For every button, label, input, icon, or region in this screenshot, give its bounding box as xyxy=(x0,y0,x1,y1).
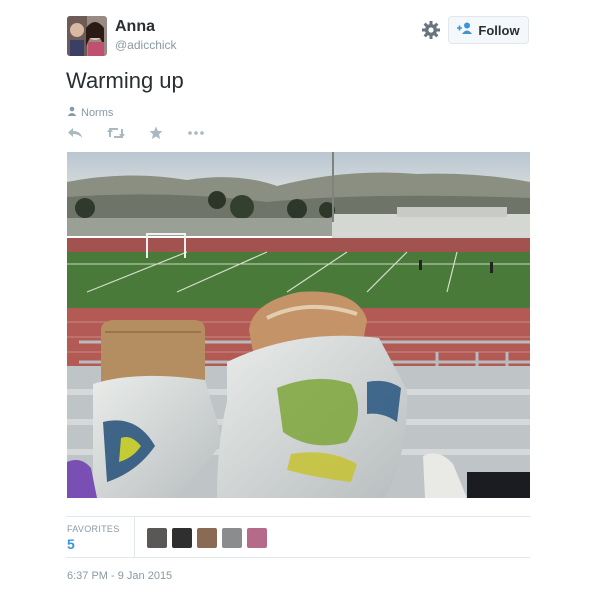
avatar[interactable] xyxy=(222,528,242,548)
divider xyxy=(66,516,530,517)
place-label: Norms xyxy=(81,106,114,119)
avatar[interactable] xyxy=(247,528,267,548)
favorite-icon[interactable] xyxy=(149,126,163,140)
favoriter-avatars xyxy=(147,528,267,548)
avatar[interactable] xyxy=(197,528,217,548)
tweet-timestamp[interactable]: 6:37 PM - 9 Jan 2015 xyxy=(67,570,172,582)
avatar[interactable] xyxy=(67,16,107,56)
favorites-label: FAVORITES xyxy=(67,524,120,534)
divider xyxy=(66,557,530,558)
reply-icon[interactable] xyxy=(67,126,83,140)
retweet-icon[interactable] xyxy=(107,126,125,140)
tweet-actions xyxy=(67,126,205,140)
tweet-text: Warming up xyxy=(66,68,184,93)
follow-person-icon xyxy=(457,21,473,39)
user-name[interactable]: Anna xyxy=(115,18,155,36)
user-handle[interactable]: @adicchick xyxy=(115,38,177,52)
avatar[interactable] xyxy=(147,528,167,548)
stats-divider xyxy=(134,517,135,557)
tweet-place[interactable]: Norms xyxy=(67,106,113,119)
follow-button[interactable]: Follow xyxy=(448,16,529,44)
follow-label: Follow xyxy=(478,22,520,38)
tweet-photo[interactable] xyxy=(67,152,530,498)
avatar[interactable] xyxy=(172,528,192,548)
more-icon[interactable] xyxy=(187,126,205,140)
gear-icon[interactable] xyxy=(421,20,441,40)
favorites-count[interactable]: 5 xyxy=(67,536,75,552)
person-icon xyxy=(67,106,77,119)
